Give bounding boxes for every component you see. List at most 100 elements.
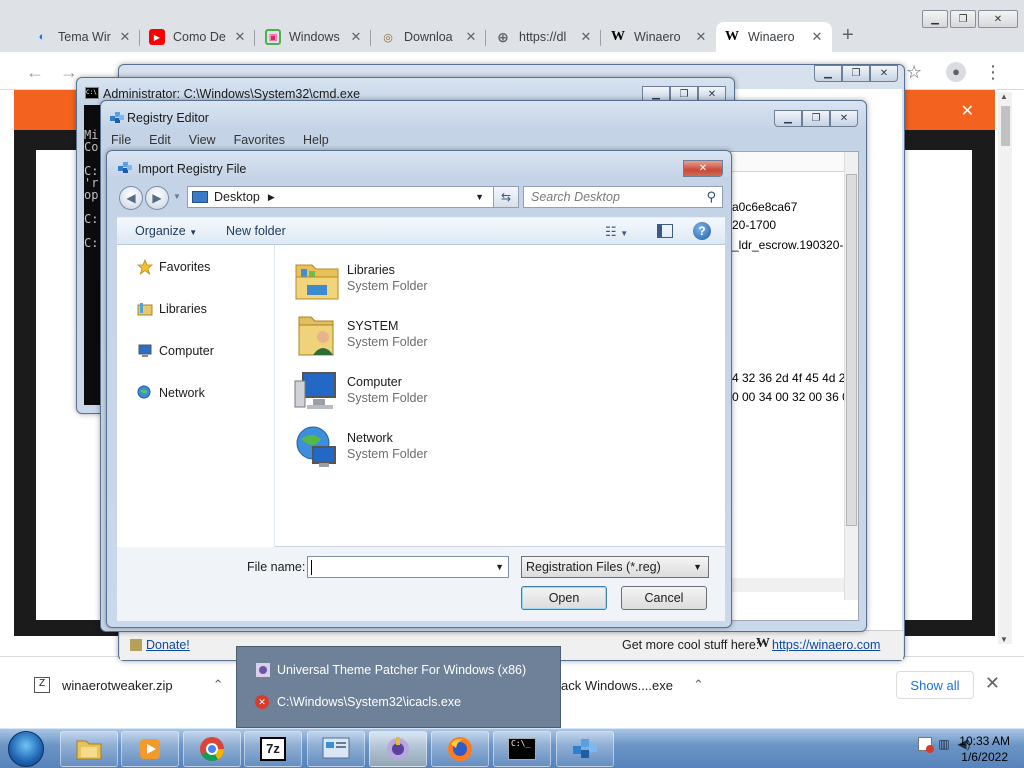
refresh-icon[interactable]: ⇆ [493, 186, 519, 208]
item-computer[interactable]: Computer System Folder [293, 365, 593, 417]
help-icon[interactable]: ? [693, 222, 711, 240]
new-tab-button[interactable]: + [842, 24, 854, 47]
tab-6[interactable]: W Winaero ✕ [602, 22, 716, 52]
horizontal-scrollbar[interactable] [732, 578, 844, 592]
media-player-icon[interactable] [121, 731, 179, 767]
download-item-1[interactable]: Z winaerotweaker.zip ⌃ [34, 677, 223, 693]
nav-network[interactable]: Network [137, 385, 205, 401]
recent-pages-icon[interactable]: ▼ [173, 192, 181, 201]
tab-strip: ◐ Tema Wir ✕ ▶ Como De ✕ ▣ Windows ✕ ◎ D… [0, 0, 1024, 52]
forward-icon[interactable]: ▶ [145, 186, 169, 210]
tab-2[interactable]: ▶ Como De ✕ [141, 22, 255, 52]
tab-3[interactable]: ▣ Windows ✕ [257, 22, 371, 52]
show-all-button[interactable]: Show all [896, 671, 974, 699]
back-icon[interactable]: ◀ [119, 186, 143, 210]
minimize-icon[interactable]: ▁ [814, 65, 842, 82]
more-stuff-text: Get more cool stuff here: [622, 638, 760, 652]
item-network[interactable]: Network System Folder [293, 421, 593, 473]
nav-favorites[interactable]: Favorites [137, 259, 210, 275]
close-tab-icon[interactable]: ✕ [118, 29, 132, 45]
maximize-icon[interactable]: ❐ [950, 10, 976, 28]
address-bar[interactable]: Desktop ▶ ▼ [187, 186, 515, 208]
minimize-icon[interactable]: ▁ [922, 10, 948, 28]
tab-1[interactable]: ◐ Tema Wir ✕ [26, 22, 140, 52]
file-name-dropdown-icon[interactable]: ▼ [495, 562, 504, 572]
start-button[interactable] [8, 731, 44, 767]
winaero-link[interactable]: https://winaero.com [772, 638, 880, 652]
menu-help[interactable]: Help [301, 131, 331, 151]
view-options-icon[interactable]: ☷ ▼ [605, 224, 628, 240]
minimize-icon[interactable]: ▁ [774, 110, 802, 127]
preview-pane-icon[interactable] [657, 224, 673, 238]
close-download-bar-icon[interactable]: ✕ [985, 673, 1000, 694]
menu-dots-icon[interactable]: ⋮ [984, 62, 1002, 83]
nav-libraries[interactable]: Libraries [137, 301, 207, 317]
breadcrumb-arrow-icon[interactable]: ▶ [268, 192, 275, 203]
profile-avatar-icon[interactable]: ● [946, 62, 966, 82]
close-tab-icon[interactable]: ✕ [349, 29, 363, 45]
close-icon[interactable]: ✕ [978, 10, 1018, 28]
tab-4[interactable]: ◎ Downloa ✕ [372, 22, 486, 52]
maximize-icon[interactable]: ❐ [842, 65, 870, 82]
chevron-up-icon[interactable]: ⌃ [213, 677, 224, 693]
winaero-w-icon: W [725, 29, 739, 44]
cmd-icon[interactable]: C:\_ [493, 731, 551, 767]
regedit-icon[interactable] [556, 731, 614, 767]
taskbar-jumplist: Universal Theme Patcher For Windows (x86… [236, 646, 561, 728]
menu-file[interactable]: File [109, 131, 133, 151]
tab-5[interactable]: ⊕ https://dl ✕ [487, 22, 601, 52]
file-type-select[interactable]: Registration Files (*.reg) ▼ [521, 556, 709, 578]
control-panel-icon[interactable] [307, 731, 365, 767]
menu-favorites[interactable]: Favorites [232, 131, 287, 151]
close-icon[interactable]: ✕ [870, 65, 898, 82]
window-controls: ▁ ❐ ✕ [814, 65, 898, 82]
open-button[interactable]: Open [521, 586, 607, 610]
window-controls: ▁ ❐ ✕ [774, 110, 858, 127]
close-tab-icon[interactable]: ✕ [579, 29, 593, 45]
cancel-button[interactable]: Cancel [621, 586, 707, 610]
item-system[interactable]: SYSTEM System Folder [293, 309, 593, 361]
network-tray-icon[interactable]: ▥ [936, 737, 952, 751]
forward-icon[interactable]: → [60, 62, 78, 83]
close-tab-icon[interactable]: ✕ [233, 29, 247, 45]
jumplist-item-1[interactable]: Universal Theme Patcher For Windows (x86… [255, 662, 526, 678]
back-icon[interactable]: ← [26, 62, 44, 83]
address-dropdown-icon[interactable]: ▼ [475, 192, 484, 202]
donate-link[interactable]: Donate! [146, 638, 190, 652]
bookmark-star-icon[interactable]: ☆ [906, 62, 922, 83]
download-item-2[interactable]: ack Windows....exe ⌃ [561, 677, 704, 693]
tab-7-active[interactable]: W Winaero ✕ [716, 22, 832, 52]
search-icon[interactable]: ⚲ [706, 189, 716, 205]
close-tab-icon[interactable]: ✕ [464, 29, 478, 45]
7zip-icon[interactable]: 7z [244, 731, 302, 767]
jumplist-item-2[interactable]: ✕ C:\Windows\System32\icacls.exe [255, 695, 461, 709]
page-scrollbar[interactable]: ▲ ▼ [998, 92, 1012, 644]
close-tab-icon[interactable]: ✕ [694, 29, 708, 45]
search-input[interactable]: Search Desktop ⚲ [523, 186, 723, 208]
maximize-icon[interactable]: ❐ [802, 110, 830, 127]
desktop-icon [192, 191, 208, 203]
error-icon: ✕ [255, 695, 269, 709]
clock[interactable]: 10:33 AM 1/6/2022 [959, 733, 1010, 765]
dialog-footer: File name: ▼ Registration Files (*.reg) … [117, 547, 725, 621]
close-icon[interactable]: ✕ [830, 110, 858, 127]
close-tab-icon[interactable]: ✕ [810, 29, 824, 45]
scrollbar-thumb[interactable] [1001, 106, 1010, 146]
menu-view[interactable]: View [187, 131, 218, 151]
chevron-up-icon[interactable]: ⌃ [693, 677, 704, 693]
action-center-icon[interactable] [918, 737, 934, 753]
close-notice-icon[interactable]: ✕ [961, 101, 974, 121]
scrollbar-thumb[interactable] [846, 174, 857, 526]
organize-button[interactable]: Organize ▼ [135, 224, 197, 238]
patcher-icon[interactable] [369, 731, 427, 767]
close-icon[interactable]: ✕ [683, 160, 723, 177]
explorer-icon[interactable] [60, 731, 118, 767]
menu-edit[interactable]: Edit [147, 131, 173, 151]
nav-computer[interactable]: Computer [137, 343, 214, 359]
firefox-icon[interactable] [431, 731, 489, 767]
chrome-icon[interactable] [183, 731, 241, 767]
file-name-input[interactable]: ▼ [307, 556, 509, 578]
item-libraries[interactable]: Libraries System Folder [293, 253, 593, 305]
vertical-scrollbar[interactable] [844, 152, 858, 600]
new-folder-button[interactable]: New folder [226, 224, 286, 238]
